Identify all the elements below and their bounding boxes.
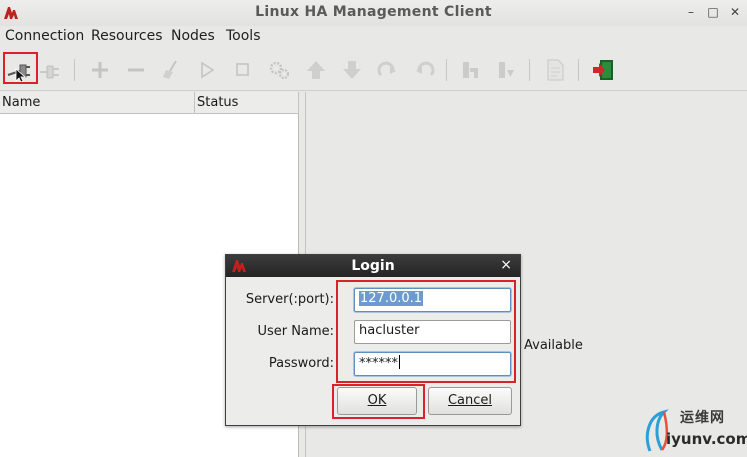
standby-node-icon — [463, 62, 478, 78]
connect-annotation-box — [3, 52, 38, 84]
watermark: 运维网 iyunv.com — [640, 404, 747, 457]
login-dialog-titlebar: Login × — [226, 255, 520, 277]
start-button[interactable] — [193, 56, 221, 84]
close-icon[interactable]: × — [500, 257, 512, 273]
quit-button[interactable] — [589, 56, 617, 84]
quit-exit-icon — [593, 60, 613, 80]
active-node-icon — [499, 62, 514, 78]
stop-button[interactable] — [229, 56, 257, 84]
move-down-icon — [343, 61, 361, 79]
move-up-button[interactable] — [302, 56, 330, 84]
cleanup-button[interactable] — [157, 56, 185, 84]
fields-annotation-box — [336, 280, 516, 383]
default-gears-icon — [269, 61, 290, 80]
active-button[interactable] — [492, 56, 520, 84]
disconnect-button[interactable] — [36, 56, 64, 84]
window-titlebar: Linux HA Management Client – □ ✕ — [0, 0, 747, 26]
view-xml-button[interactable] — [541, 56, 569, 84]
toolbar-separator — [74, 59, 75, 81]
toolbar-separator — [578, 59, 579, 81]
unmigrate-button[interactable] — [411, 56, 439, 84]
menu-connection[interactable]: Connection — [5, 28, 84, 44]
close-button[interactable]: ✕ — [728, 5, 742, 19]
ok-annotation-box — [332, 384, 425, 419]
window-title: Linux HA Management Client — [255, 4, 492, 20]
toolbar-separator — [529, 59, 530, 81]
migrate-icon — [377, 61, 396, 77]
minimize-button[interactable]: – — [684, 5, 698, 19]
menu-nodes[interactable]: Nodes — [171, 28, 215, 44]
toolbar-separator — [446, 59, 447, 81]
cancel-button[interactable]: Cancel — [428, 387, 512, 415]
add-icon — [92, 62, 108, 78]
column-header-status[interactable]: Status — [195, 92, 299, 114]
menu-bar: Connection Resources Nodes Tools — [0, 26, 747, 48]
user-name-label: User Name: — [257, 324, 335, 339]
cleanup-broom-icon — [163, 60, 177, 79]
migrate-button[interactable] — [373, 56, 401, 84]
disconnect-icon — [40, 65, 59, 79]
start-icon — [201, 61, 215, 79]
watermark-url-text: iyunv.com — [666, 430, 747, 448]
server-label: Server(:port): — [245, 292, 334, 307]
password-label: Password: — [268, 356, 334, 371]
unmigrate-icon — [416, 61, 435, 77]
maximize-button[interactable]: □ — [706, 5, 720, 19]
remove-button[interactable] — [122, 56, 150, 84]
default-button[interactable] — [265, 56, 293, 84]
login-dialog-title: Login — [351, 258, 395, 274]
remove-icon — [128, 68, 144, 72]
move-down-button[interactable] — [338, 56, 366, 84]
view-xml-icon — [547, 59, 564, 81]
toolbar — [0, 49, 747, 91]
move-up-icon — [307, 61, 325, 79]
status-text: Available — [524, 338, 583, 353]
stop-icon — [236, 63, 249, 76]
menu-resources[interactable]: Resources — [91, 28, 163, 44]
menu-tools[interactable]: Tools — [226, 28, 261, 44]
standby-button[interactable] — [456, 56, 484, 84]
column-header-name[interactable]: Name — [0, 92, 195, 114]
watermark-cn-text: 运维网 — [680, 410, 725, 426]
add-button[interactable] — [86, 56, 114, 84]
